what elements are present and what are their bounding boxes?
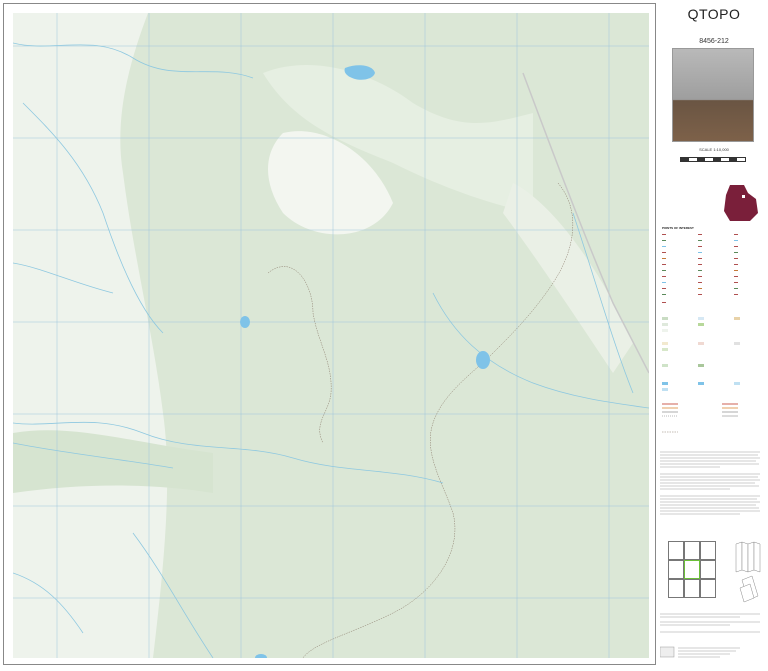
- dam: [240, 316, 250, 328]
- sheet-number: 8456-212: [699, 38, 729, 45]
- map-canvas: [13, 13, 649, 658]
- disclaimer-text: [660, 450, 764, 530]
- folding-diagram: [735, 541, 761, 603]
- footer-notes: [660, 612, 764, 642]
- waterhole: [476, 351, 490, 369]
- landscape-photo: [672, 48, 754, 142]
- map-title: QTOPO: [687, 6, 741, 22]
- legend-symbols: [662, 234, 740, 433]
- scale-label: SCALE 1:10,000: [699, 147, 729, 152]
- topographic-map[interactable]: [13, 13, 649, 658]
- map-frame: [3, 3, 656, 665]
- copyright-block: [659, 645, 766, 665]
- map-index-grid: [668, 541, 716, 599]
- locality-inset-map: [724, 185, 758, 221]
- legend-panel: QTOPO 8456-212 SCALE 1:10,000 POINTS OF …: [659, 0, 768, 671]
- scale-bar: [680, 157, 746, 162]
- legend-heading: POINTS OF INTEREST: [662, 226, 694, 230]
